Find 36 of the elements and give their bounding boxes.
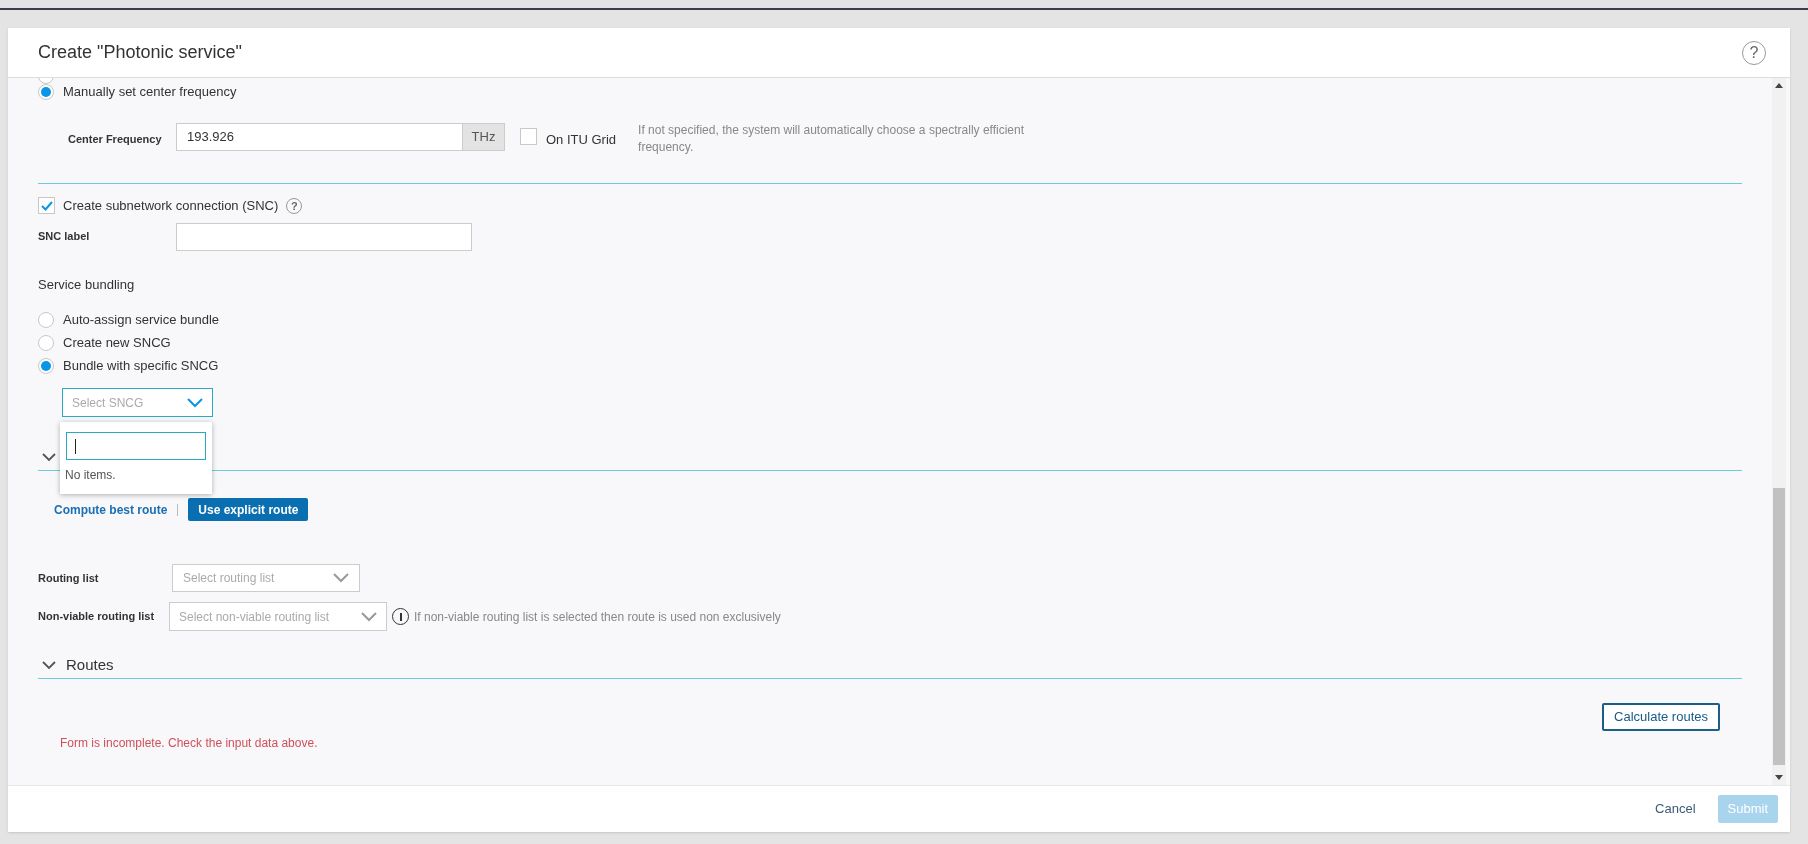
scroll-up-icon[interactable] xyxy=(1775,83,1783,88)
chevron-down-icon[interactable] xyxy=(42,661,56,670)
field-label: Non-viable routing list xyxy=(38,609,156,625)
chevron-down-icon[interactable] xyxy=(42,453,56,462)
field-label: Center Frequency xyxy=(67,132,163,147)
calculate-routes-button[interactable]: Calculate routes xyxy=(1602,703,1720,731)
input-field[interactable] xyxy=(176,222,472,251)
field-label: Routing list xyxy=(38,570,100,586)
radio-label: Manually set center frequency xyxy=(63,83,237,102)
info-text: If non-viable routing list is selected then route is used non exclusively xyxy=(414,608,781,626)
checkbox-label: On ITU Grid xyxy=(546,131,617,149)
route-mode-tab[interactable]: Use explicit route xyxy=(188,498,309,521)
checkbox-label: Create subnetwork connection (SNC) xyxy=(63,197,279,215)
empty-message: No items. xyxy=(65,467,117,484)
scrollbar[interactable] xyxy=(1772,78,1786,785)
checkbox[interactable] xyxy=(38,197,55,215)
radio-label: Create new SNCG xyxy=(63,334,171,353)
cancel-button[interactable]: Cancel xyxy=(1655,799,1696,819)
chevron-down-icon xyxy=(187,397,203,408)
scroll-down-icon[interactable] xyxy=(1775,775,1783,780)
route-mode-tab[interactable]: Compute best route xyxy=(54,498,168,521)
section-title: Routes xyxy=(66,655,114,676)
error-message: Form is incomplete. Check the input data above. xyxy=(60,735,319,752)
section-label: Service bundling xyxy=(38,275,136,294)
frequency-input[interactable]: 193.926 xyxy=(176,123,463,151)
checkmark-icon xyxy=(40,200,53,211)
chevron-down-icon xyxy=(361,611,377,622)
checkbox[interactable] xyxy=(520,128,537,145)
hint-text: If not specified, the system will automatically choose a spectrally efficient frequency. xyxy=(638,122,1026,156)
radio-label: Auto-assign service bundle xyxy=(63,311,220,330)
field-label: SNC label xyxy=(38,229,91,245)
radio-label: Bundle with specific SNCG xyxy=(63,357,219,376)
search-field[interactable] xyxy=(66,432,206,460)
dialog-title: Create "Photonic service" xyxy=(38,41,242,64)
chevron-down-icon xyxy=(333,573,349,583)
unit-label: THz xyxy=(463,123,505,151)
